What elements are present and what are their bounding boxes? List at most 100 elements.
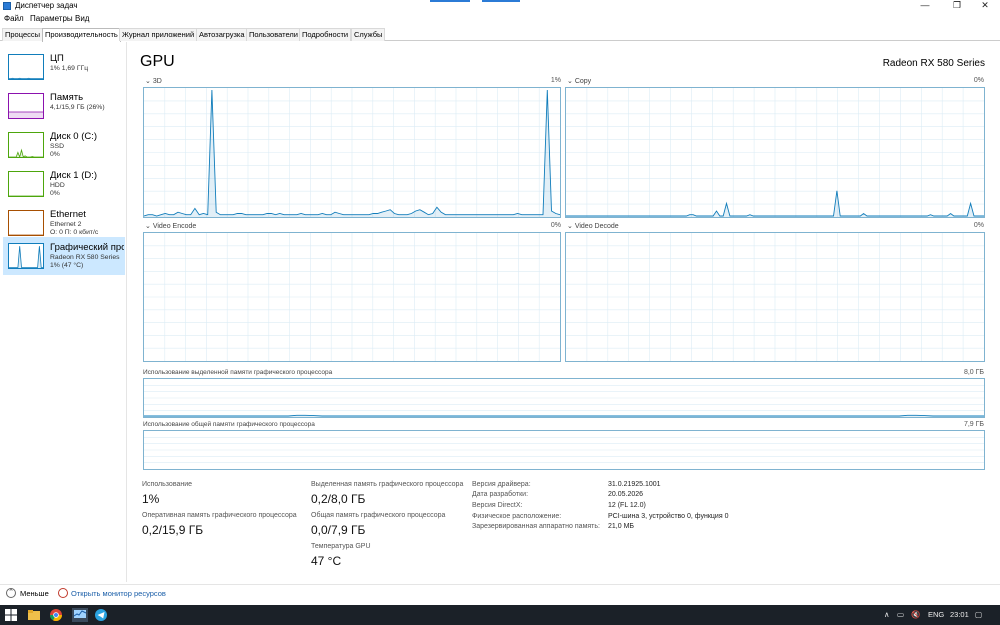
shared-memory-label: Общая память графического процессора <box>311 512 446 519</box>
tab-bar: Процессы Производительность Журнал прило… <box>0 27 1000 42</box>
property-value: 20.05.2026 <box>608 491 644 498</box>
file-explorer-icon[interactable] <box>28 609 40 621</box>
maximize-button[interactable]: ❐ <box>942 0 972 12</box>
graph-video-encode[interactable] <box>143 232 561 362</box>
graph-video-decode[interactable] <box>565 232 985 362</box>
resource-monitor-icon <box>58 588 68 598</box>
sidebar-item-detail: 1% 1,69 ГГц <box>50 65 89 72</box>
graph-dedicated-memory[interactable] <box>143 378 985 418</box>
sidebar-item-disk-0[interactable]: Диск 0 (C:) SSD 0% <box>3 126 125 164</box>
taskbar: ∧ ▭ 🔇 ENG 23:01 ▢ <box>0 605 1000 625</box>
graph-value-video-encode: 0% <box>550 222 561 229</box>
sidebar-item-label: Графический про <box>50 242 124 253</box>
clock[interactable]: 23:01 <box>950 610 969 619</box>
gpu-temperature-label: Температура GPU <box>311 543 371 550</box>
series-line <box>144 414 984 417</box>
gpu-temperature-value: 47 °C <box>311 554 342 568</box>
dedicated-memory-value: 0,2/8,0 ГБ <box>311 492 366 506</box>
disk0-thumbnail-graph <box>8 132 44 159</box>
scroll-indicator <box>430 0 470 2</box>
disk1-thumbnail-graph <box>8 171 44 197</box>
sidebar-item-label: Память <box>50 92 84 103</box>
thumbnail-svg <box>9 77 43 79</box>
telegram-icon[interactable] <box>95 609 107 621</box>
gpu-panel: GPU Radeon RX 580 Series ⌄ 3D 1% ⌄ Copy … <box>128 42 1000 582</box>
language-indicator[interactable]: ENG <box>928 610 944 619</box>
chrome-icon[interactable] <box>50 609 62 621</box>
ethernet-thumbnail-graph <box>8 210 44 236</box>
graph-svg <box>144 385 984 417</box>
gpu-ram-label: Оперативная память графического процессо… <box>142 512 297 519</box>
page-title: GPU <box>140 53 175 70</box>
gpu-ram-value: 0,2/15,9 ГБ <box>142 523 204 537</box>
thumbnail-svg <box>9 148 43 159</box>
sidebar-item-detail: 4,1/15,9 ГБ (26%) <box>50 104 105 111</box>
sidebar-item-detail: О: 0 П: 0 кбит/с <box>50 229 99 236</box>
chevron-up-icon[interactable]: ⌃ <box>6 588 16 598</box>
graph-svg <box>144 88 560 217</box>
sidebar-item-label: Диск 1 (D:) <box>50 170 98 181</box>
task-manager-taskbar-icon[interactable] <box>72 608 88 622</box>
graph-value-dedicated-memory: 8,0 ГБ <box>963 369 984 376</box>
tab-startup[interactable]: Автозагрузка <box>196 28 248 41</box>
series-area <box>9 150 43 157</box>
close-button[interactable]: ✕ <box>970 0 1000 12</box>
tab-processes[interactable]: Процессы <box>2 28 44 41</box>
minimize-button[interactable]: — <box>910 0 940 12</box>
graph-value-shared-memory: 7,9 ГБ <box>963 421 984 428</box>
series-line <box>9 246 43 268</box>
sidebar-item-gpu[interactable]: Графический про Radeon RX 580 Series 1% … <box>3 237 125 275</box>
property-key: Версия DirectX: <box>472 502 523 509</box>
thumbnail-svg <box>9 234 43 236</box>
window-title: Диспетчер задач <box>15 1 78 10</box>
memory-thumbnail-graph <box>8 93 44 119</box>
graph-shared-memory[interactable] <box>143 430 985 470</box>
menu-view[interactable]: Вид <box>75 14 89 23</box>
notifications-icon[interactable]: ▢ <box>975 610 982 619</box>
graph-label-shared-memory: Использование общей памяти графического … <box>143 421 315 428</box>
property-key: Версия драйвера: <box>472 481 531 488</box>
sidebar-item-memory[interactable]: Память 4,1/15,9 ГБ (26%) <box>3 87 125 125</box>
thumbnail-svg <box>9 246 43 268</box>
thumbnail-svg <box>9 111 43 118</box>
volume-icon[interactable]: 🔇 <box>911 610 920 619</box>
menu-file[interactable]: Файл <box>4 14 24 23</box>
fewer-details-link[interactable]: Меньше <box>20 589 49 598</box>
usage-label: Использование <box>142 481 193 488</box>
sidebar-item-detail: 0% <box>50 190 60 197</box>
cpu-thumbnail-graph <box>8 54 44 80</box>
sidebar-item-detail: Radeon RX 580 Series <box>50 254 120 261</box>
scroll-indicator <box>482 0 520 2</box>
property-key: Дата разработки: <box>472 491 529 498</box>
graph-svg <box>144 233 560 361</box>
graph-svg <box>566 233 984 361</box>
tab-users[interactable]: Пользователи <box>246 28 301 41</box>
open-resource-monitor-link[interactable]: Открыть монитор ресурсов <box>71 589 166 598</box>
property-value: PCI-шина 3, устройство 0, функция 0 <box>608 513 729 520</box>
tab-performance[interactable]: Производительность <box>42 28 121 42</box>
graph-label-video-encode: ⌄ Video Encode <box>145 223 197 230</box>
graph-label-3d: ⌄ 3D <box>145 78 162 85</box>
graph-svg <box>144 437 984 464</box>
tab-services[interactable]: Службы <box>351 28 386 41</box>
series-line <box>9 148 43 159</box>
property-value: 12 (FL 12.0) <box>608 502 646 509</box>
network-icon[interactable]: ▭ <box>897 610 904 619</box>
tab-app-history[interactable]: Журнал приложений <box>119 28 198 41</box>
graph-label-video-decode: ⌄ Video Decode <box>567 223 619 230</box>
gpu-model-name: Radeon RX 580 Series <box>882 58 985 69</box>
sidebar-item-label: Диск 0 (C:) <box>50 131 98 142</box>
sidebar-item-detail: 1% (47 °C) <box>50 262 84 269</box>
menu-options[interactable]: Параметры <box>30 14 73 23</box>
tray-chevron-icon[interactable]: ∧ <box>884 610 890 619</box>
sidebar-item-disk-1[interactable]: Диск 1 (D:) HDD 0% <box>3 165 125 203</box>
sidebar-item-label: ЦП <box>50 53 64 64</box>
sidebar-item-cpu[interactable]: ЦП 1% 1,69 ГГц <box>3 48 125 86</box>
graph-label-dedicated-memory: Использование выделенной памяти графичес… <box>143 369 333 376</box>
tab-details[interactable]: Подробности <box>299 28 352 41</box>
sidebar-item-detail: 0% <box>50 151 60 158</box>
windows-start-icon[interactable] <box>5 609 17 621</box>
graph-value-copy: 0% <box>973 77 984 84</box>
graph-copy[interactable] <box>565 87 985 218</box>
graph-3d[interactable] <box>143 87 561 218</box>
